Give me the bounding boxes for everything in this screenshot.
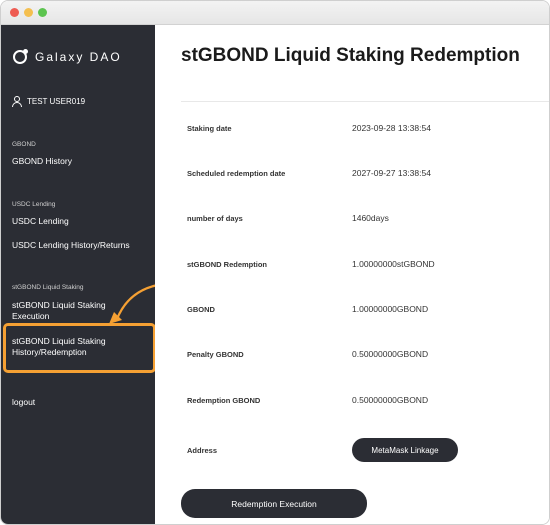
- label-stgbond-redemption: stGBOND Redemption: [187, 260, 268, 269]
- value-number-of-days: 1460days: [352, 213, 389, 223]
- value-staking-date: 2023-09-28 13:38:54: [352, 123, 431, 133]
- section-label-usdc-lending: USDC Lending: [12, 201, 56, 208]
- sidebar-item-gbond-history[interactable]: GBOND History: [12, 156, 72, 167]
- user-icon: [12, 96, 22, 107]
- brand-name: Galaxy DAO: [35, 50, 122, 64]
- label-staking-date: Staking date: [187, 124, 232, 133]
- label-penalty-gbond: Penalty GBOND: [187, 350, 244, 359]
- value-gbond: 1.00000000GBOND: [352, 304, 429, 314]
- value-stgbond-redemption: 1.00000000stGBOND: [352, 259, 435, 269]
- label-gbond: GBOND: [187, 305, 215, 314]
- brand-logo[interactable]: Galaxy DAO: [13, 49, 122, 65]
- window-titlebar: [1, 1, 549, 25]
- minimize-window-button[interactable]: [24, 8, 33, 17]
- sidebar-item-logout[interactable]: logout: [12, 397, 35, 408]
- value-scheduled-redemption-date: 2027-09-27 13:38:54: [352, 168, 431, 178]
- metamask-linkage-button[interactable]: MetaMask Linkage: [352, 438, 458, 462]
- sidebar-item-usdc-lending[interactable]: USDC Lending: [12, 216, 69, 227]
- label-number-of-days: number of days: [187, 214, 243, 223]
- app-window: Galaxy DAO TEST USER019 GBOND GBOND Hist…: [0, 0, 550, 525]
- galaxy-logo-icon: [13, 49, 28, 64]
- user-account: TEST USER019: [12, 96, 85, 107]
- sidebar-item-stgbond-history-redemption[interactable]: stGBOND Liquid Staking History/Redemptio…: [12, 336, 142, 358]
- main-content: stGBOND Liquid Staking Redemption Stakin…: [155, 25, 549, 524]
- user-name: TEST USER019: [27, 97, 86, 106]
- section-label-gbond: GBOND: [12, 141, 36, 148]
- label-scheduled-redemption-date: Scheduled redemption date: [187, 169, 286, 178]
- value-penalty-gbond: 0.50000000GBOND: [352, 349, 429, 359]
- section-label-stgbond: stGBOND Liquid Staking: [12, 284, 84, 291]
- page-title: stGBOND Liquid Staking Redemption: [181, 45, 520, 66]
- redemption-execution-button[interactable]: Redemption Execution: [181, 489, 367, 518]
- sidebar: Galaxy DAO TEST USER019 GBOND GBOND Hist…: [1, 25, 155, 524]
- label-redemption-gbond: Redemption GBOND: [187, 396, 261, 405]
- close-window-button[interactable]: [10, 8, 19, 17]
- sidebar-item-usdc-lending-history[interactable]: USDC Lending History/Returns: [12, 240, 130, 251]
- maximize-window-button[interactable]: [38, 8, 47, 17]
- label-address: Address: [187, 446, 218, 455]
- value-redemption-gbond: 0.50000000GBOND: [352, 395, 429, 405]
- title-divider: [181, 101, 549, 102]
